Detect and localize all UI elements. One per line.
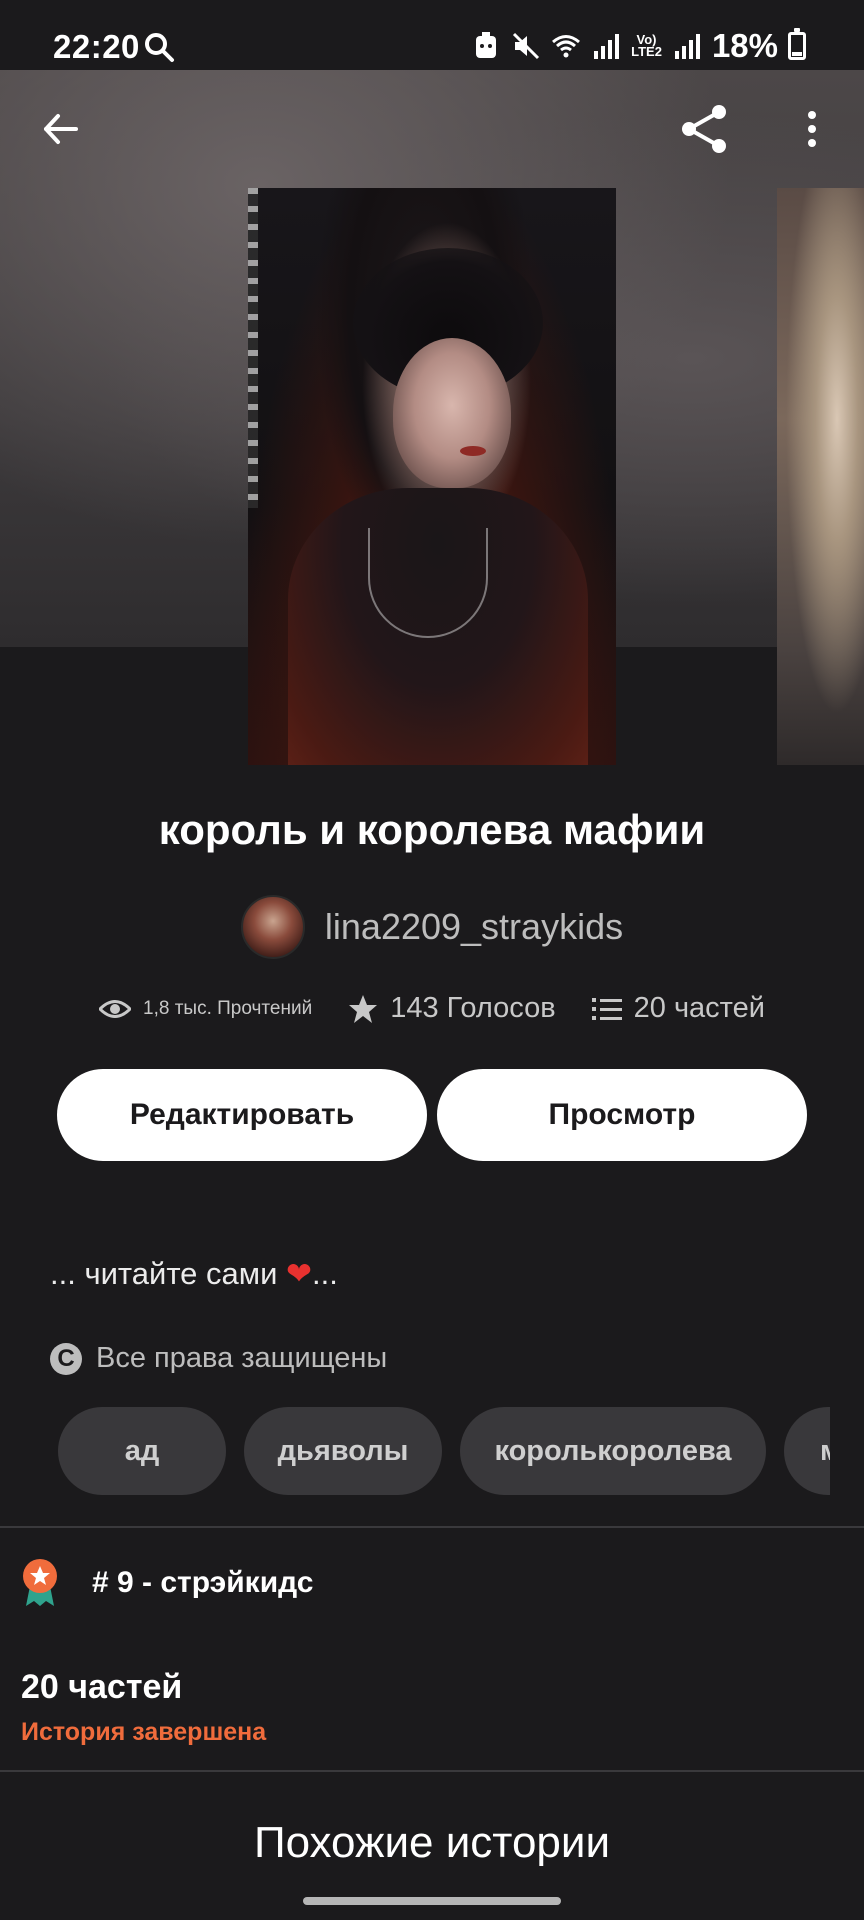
action-buttons: Редактировать Просмотр [57, 1069, 807, 1161]
story-stats: 1,8 тыс. Прочтений 143 Голосов 20 частей [0, 992, 864, 1025]
home-indicator[interactable] [303, 1897, 561, 1905]
view-button[interactable]: Просмотр [437, 1069, 807, 1161]
ranking-badge-icon [23, 1559, 57, 1606]
mute-icon [513, 32, 540, 60]
eye-icon [99, 999, 132, 1018]
share-icon [682, 105, 726, 153]
parts-stat: 20 частей [591, 992, 765, 1025]
reads-stat: 1,8 тыс. Прочтений [99, 998, 312, 1020]
tag-chip[interactable]: м [784, 1407, 830, 1495]
lte-label: LTE2 [631, 44, 662, 59]
heart-icon: ❤ [286, 1256, 313, 1291]
edit-button[interactable]: Редактировать [57, 1069, 427, 1161]
status-bar: 22:20 Vo) LTE2 18% [0, 0, 864, 70]
battery-icon [788, 28, 806, 60]
battery-percent: 18% [711, 27, 778, 64]
wifi-icon [552, 35, 581, 58]
story-title: король и королева мафии [158, 806, 706, 853]
status-icons: Vo) LTE2 18% [471, 27, 806, 65]
tag-chip[interactable]: королькоролева [460, 1407, 766, 1495]
reads-count: 1,8 тыс. Прочтений [143, 997, 313, 1019]
author-avatar[interactable] [240, 895, 305, 959]
star-icon [349, 994, 378, 1023]
ranking-text: # 9 - стрэйкидс [92, 1566, 314, 1599]
description-text: ... читайте сами [50, 1256, 278, 1291]
votes-stat: 143 Голосов [348, 992, 556, 1025]
similar-stories-heading: Похожие истории [253, 1818, 611, 1867]
parts-count-stat: 20 частей [633, 992, 765, 1024]
ranking-row[interactable]: # 9 - стрэйкидс [20, 1558, 313, 1608]
status-time: 22:20 [53, 28, 140, 65]
signal-icon-2 [674, 34, 700, 59]
story-description: ... читайте сами ❤... [50, 1256, 338, 1292]
search-icon [145, 33, 174, 62]
tag-chip[interactable]: дьяволы [244, 1407, 442, 1495]
copyright-icon: C [50, 1342, 82, 1375]
divider [0, 1770, 864, 1772]
copyright-text: Все права защищены [96, 1342, 388, 1374]
list-icon [591, 997, 622, 1020]
story-details-screen: 22:20 Vo) LTE2 18% король и королева маф… [0, 0, 864, 1920]
divider [0, 1526, 864, 1528]
share-button[interactable] [672, 97, 736, 161]
back-button[interactable] [28, 97, 92, 161]
signal-icon [594, 34, 620, 59]
story-status: История завершена [21, 1718, 267, 1746]
tags-list: ад дьяволы королькоролева м [58, 1407, 830, 1495]
next-story-cover-image[interactable] [777, 188, 864, 765]
story-cover-image[interactable] [248, 188, 616, 765]
tag-chip[interactable]: ад [58, 1407, 226, 1495]
more-options-button[interactable] [780, 97, 844, 161]
author-name[interactable]: lina2209_straykids [325, 906, 623, 948]
more-vertical-icon [808, 111, 816, 147]
votes-count: 143 Голосов [390, 992, 556, 1024]
parts-count[interactable]: 20 частей [21, 1668, 182, 1707]
volte-indicator: Vo) LTE2 [631, 33, 662, 59]
android-notification-icon [476, 32, 497, 58]
copyright-row: C Все права защищены [50, 1342, 387, 1375]
author-row[interactable]: lina2209_straykids [0, 895, 864, 959]
arrow-left-icon [44, 114, 78, 144]
description-suffix: ... [312, 1256, 338, 1291]
top-app-bar [0, 70, 864, 188]
